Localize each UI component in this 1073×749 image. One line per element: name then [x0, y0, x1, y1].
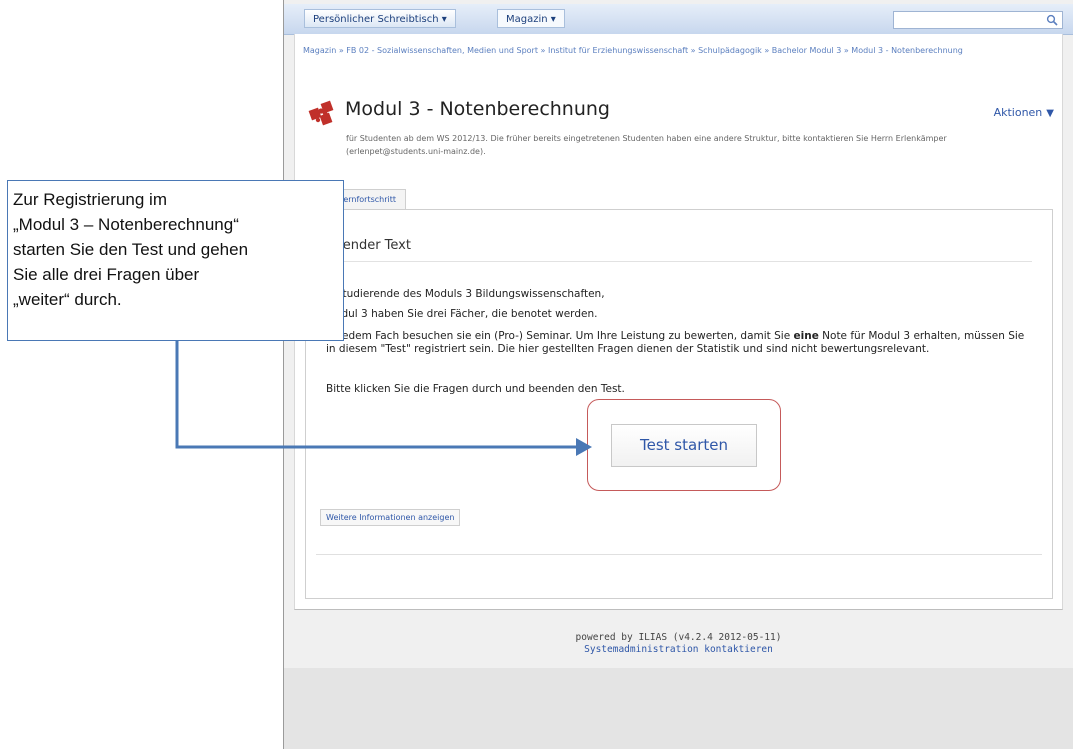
- start-test-button[interactable]: Test starten: [611, 424, 757, 467]
- browser-frame: Persönlicher Schreibtisch ▾ Magazin ▾ Ma…: [283, 0, 1073, 749]
- p3-text-start: In jedem Fach besuchen sie ein (Pro-) Se…: [326, 330, 794, 342]
- p3-emphasis: eine: [793, 330, 819, 342]
- intro-paragraph-4: Bitte klicken Sie die Fragen durch und b…: [326, 383, 625, 395]
- powered-by-text: powered by ILIAS (v4.2.4 2012-05-11): [575, 632, 782, 643]
- search-icon[interactable]: [1046, 14, 1058, 26]
- panel-divider: [316, 554, 1042, 555]
- menu-repository[interactable]: Magazin ▾: [497, 9, 565, 28]
- footer-band: [284, 668, 1073, 749]
- actions-label: Aktionen: [993, 106, 1043, 119]
- callout-line-5: „weiter“ durch.: [13, 290, 122, 309]
- callout-line-3: starten Sie den Test und gehen: [13, 240, 249, 259]
- puzzle-icon: [308, 100, 334, 126]
- callout-line-2: „Modul 3 – Notenberechnung“: [13, 215, 239, 234]
- page-title: Modul 3 - Notenberechnung: [345, 98, 610, 120]
- callout-line-4: Sie alle drei Fragen über: [13, 265, 200, 284]
- intro-paragraph-3: In jedem Fach besuchen sie ein (Pro-) Se…: [326, 330, 1036, 356]
- section-heading: eitender Text: [326, 238, 1032, 262]
- contact-admin-link[interactable]: Systemadministration kontaktieren: [294, 644, 1063, 656]
- breadcrumb[interactable]: Magazin » FB 02 - Sozialwissenschaften, …: [303, 45, 1053, 57]
- content-page: Magazin » FB 02 - Sozialwissenschaften, …: [294, 34, 1063, 610]
- callout-line-1: Zur Registrierung im: [13, 190, 167, 209]
- intro-paragraph-1: e Studierende des Moduls 3 Bildungswisse…: [326, 288, 605, 300]
- more-info-button[interactable]: Weitere Informationen anzeigen: [320, 509, 461, 526]
- caret-down-icon: ▼: [1046, 108, 1054, 119]
- intro-paragraph-2: Modul 3 haben Sie drei Fächer, die benot…: [326, 308, 598, 320]
- page-description: für Studenten ab dem WS 2012/13. Die frü…: [346, 134, 947, 156]
- instruction-callout: Zur Registrierung im „Modul 3 – Notenber…: [7, 180, 344, 341]
- actions-menu[interactable]: Aktionen ▼: [994, 106, 1054, 119]
- footer: powered by ILIAS (v4.2.4 2012-05-11) Sys…: [294, 632, 1063, 656]
- top-menu-bar: Persönlicher Schreibtisch ▾ Magazin ▾: [284, 4, 1073, 35]
- menu-personal-desktop[interactable]: Persönlicher Schreibtisch ▾: [304, 9, 456, 28]
- search-input[interactable]: [893, 11, 1063, 29]
- content-panel: eitender Text e Studierende des Moduls 3…: [305, 209, 1053, 599]
